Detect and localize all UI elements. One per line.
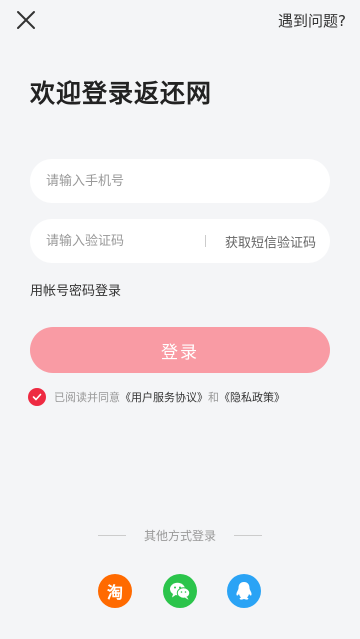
password-login-link[interactable]: 用帐号密码登录 [30, 280, 121, 299]
divider [205, 235, 206, 247]
code-field: 获取短信验证码 [30, 219, 330, 263]
top-bar: 遇到问题? [0, 0, 360, 40]
wechat-icon [170, 582, 191, 600]
help-link[interactable]: 遇到问题? [278, 10, 346, 31]
agreement-and: 和 [208, 391, 219, 404]
qq-icon [236, 582, 252, 600]
phone-field [30, 159, 330, 203]
get-code-button[interactable]: 获取短信验证码 [225, 232, 316, 251]
agreement-row: 已阅读并同意 《用户服务协议》 和 《隐私政策》 [28, 387, 285, 407]
code-input[interactable] [30, 219, 200, 263]
login-button[interactable]: 登录 [30, 327, 330, 373]
close-button[interactable] [15, 9, 37, 31]
qq-login-button[interactable] [227, 574, 261, 608]
phone-input[interactable] [30, 159, 330, 203]
taobao-login-button[interactable]: 淘 [98, 574, 132, 608]
taobao-icon: 淘 [106, 583, 123, 602]
divider-right [234, 535, 262, 536]
page-title: 欢迎登录返还网 [30, 79, 213, 108]
wechat-login-button[interactable] [163, 574, 197, 608]
privacy-policy-link[interactable]: 《隐私政策》 [219, 389, 285, 405]
agreement-checkbox[interactable] [28, 388, 46, 406]
agreement-prefix: 已阅读并同意 [54, 391, 120, 404]
user-agreement-link[interactable]: 《用户服务协议》 [120, 389, 208, 405]
other-login-title: 其他方式登录 [143, 529, 216, 543]
check-icon [32, 393, 42, 401]
close-icon [17, 11, 35, 29]
